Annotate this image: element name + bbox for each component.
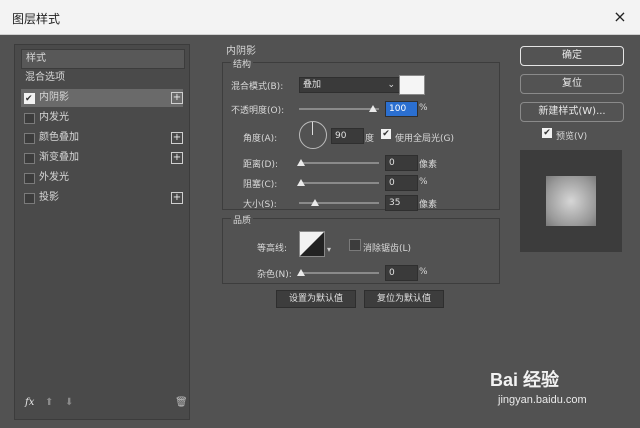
noise-slider[interactable] bbox=[299, 272, 379, 274]
size-slider-thumb[interactable] bbox=[311, 199, 319, 206]
distance-slider-thumb[interactable] bbox=[297, 159, 305, 166]
styles-list: 样式 混合选项 内阴影 + 内发光 颜色叠加 + 渐变叠加 + 外发光 投影 +… bbox=[14, 44, 190, 420]
inner-shadow-checkbox[interactable] bbox=[24, 90, 35, 108]
styles-header-label: 样式 bbox=[26, 53, 46, 64]
contour-dropdown-icon[interactable]: ▾ bbox=[327, 245, 331, 254]
size-label: 大小(S): bbox=[243, 200, 277, 210]
outer-glow-checkbox[interactable] bbox=[24, 173, 35, 184]
style-item-drop-shadow[interactable]: 投影 + bbox=[21, 189, 183, 207]
noise-input[interactable]: 0 bbox=[385, 265, 418, 281]
style-item-outer-glow[interactable]: 外发光 bbox=[21, 169, 183, 187]
preview-box bbox=[520, 150, 622, 252]
add-inner-shadow-icon[interactable]: + bbox=[171, 92, 183, 104]
add-gradient-overlay-icon[interactable]: + bbox=[171, 152, 183, 164]
watermark-url: jingyan.baidu.com bbox=[498, 394, 587, 406]
chevron-down-icon: ⌄ bbox=[387, 80, 395, 90]
style-item-inner-shadow[interactable]: 内阴影 + bbox=[21, 89, 183, 108]
distance-input[interactable]: 0 bbox=[385, 155, 418, 171]
noise-label: 杂色(N): bbox=[257, 270, 292, 280]
add-color-overlay-icon[interactable]: + bbox=[171, 132, 183, 144]
choke-input[interactable]: 0 bbox=[385, 175, 418, 191]
baidu-watermark: Bai 经验 bbox=[490, 370, 560, 390]
new-style-button[interactable]: 新建样式(W)... bbox=[520, 102, 624, 122]
outer-glow-label: 外发光 bbox=[39, 172, 69, 183]
set-default-button[interactable]: 设置为默认值 bbox=[276, 290, 356, 308]
choke-slider-thumb[interactable] bbox=[297, 179, 305, 186]
global-light-checkbox[interactable]: ✔ bbox=[381, 129, 391, 139]
contour-label: 等高线: bbox=[257, 244, 288, 254]
choke-label: 阻塞(C): bbox=[243, 180, 278, 190]
preview-checkbox[interactable]: ✔ bbox=[542, 128, 552, 138]
gradient-overlay-label: 渐变叠加 bbox=[39, 152, 79, 163]
distance-label: 距离(D): bbox=[243, 160, 278, 170]
opacity-label: 不透明度(O): bbox=[231, 106, 285, 116]
angle-label: 角度(A): bbox=[243, 134, 278, 144]
contour-curve-icon bbox=[300, 232, 324, 256]
move-down-icon[interactable]: ⬇ bbox=[65, 397, 73, 408]
blend-mode-select[interactable]: 叠加 ⌄ bbox=[299, 77, 400, 93]
blending-options-label: 混合选项 bbox=[25, 72, 65, 83]
global-light-label: 使用全局光(G) bbox=[395, 134, 454, 144]
gradient-overlay-checkbox[interactable] bbox=[24, 153, 35, 164]
ok-button[interactable]: 确定 bbox=[520, 46, 624, 66]
shadow-color-swatch[interactable] bbox=[399, 75, 425, 95]
inner-glow-checkbox[interactable] bbox=[24, 113, 35, 124]
opacity-percent: % bbox=[419, 103, 428, 113]
choke-slider[interactable] bbox=[299, 182, 379, 184]
degree-unit: 度 bbox=[365, 134, 375, 144]
structure-group: 结构 混合模式(B): 叠加 ⌄ 不透明度(O): 100 % 角度(A): 9… bbox=[222, 57, 500, 211]
angle-dial[interactable] bbox=[299, 121, 327, 149]
section-title: 内阴影 bbox=[226, 46, 256, 57]
color-overlay-label: 颜色叠加 bbox=[39, 132, 79, 143]
structure-legend: 结构 bbox=[231, 57, 254, 70]
reset-default-button[interactable]: 复位为默认值 bbox=[364, 290, 444, 308]
close-button[interactable]: × bbox=[608, 6, 632, 28]
styles-header[interactable]: 样式 bbox=[21, 49, 185, 69]
distance-slider[interactable] bbox=[299, 162, 379, 164]
drop-shadow-checkbox[interactable] bbox=[24, 193, 35, 204]
angle-needle bbox=[312, 122, 313, 135]
quality-group: 品质 等高线: ▾ 消除锯齿(L) 杂色(N): 0 % bbox=[222, 213, 500, 284]
move-up-icon[interactable]: ⬆ bbox=[45, 397, 53, 408]
inner-glow-label: 内发光 bbox=[39, 112, 69, 123]
style-item-color-overlay[interactable]: 颜色叠加 + bbox=[21, 129, 183, 147]
fx-icon[interactable]: fx bbox=[25, 397, 34, 408]
blend-mode-label: 混合模式(B): bbox=[231, 82, 284, 92]
contour-preview[interactable] bbox=[299, 231, 325, 257]
antialias-checkbox[interactable] bbox=[349, 239, 361, 251]
dialog-title: 图层样式 bbox=[12, 12, 61, 26]
opacity-input[interactable]: 100 bbox=[385, 101, 418, 117]
trash-icon[interactable]: 🗑 bbox=[175, 397, 188, 408]
preview-swatch bbox=[546, 176, 596, 226]
quality-legend: 品质 bbox=[231, 213, 254, 226]
title-bar bbox=[0, 0, 640, 35]
add-drop-shadow-icon[interactable]: + bbox=[171, 192, 183, 204]
antialias-label: 消除锯齿(L) bbox=[363, 244, 412, 254]
blending-options-item[interactable]: 混合选项 bbox=[21, 69, 183, 87]
size-input[interactable]: 35 bbox=[385, 195, 418, 211]
choke-unit: % bbox=[419, 177, 428, 187]
preview-label: 预览(V) bbox=[556, 132, 588, 142]
style-item-gradient-overlay[interactable]: 渐变叠加 + bbox=[21, 149, 183, 167]
noise-slider-thumb[interactable] bbox=[297, 269, 305, 276]
opacity-slider-thumb[interactable] bbox=[369, 105, 377, 112]
blend-mode-value: 叠加 bbox=[303, 80, 322, 90]
size-unit: 像素 bbox=[419, 200, 438, 210]
reset-button[interactable]: 复位 bbox=[520, 74, 624, 94]
angle-input[interactable]: 90 bbox=[331, 128, 364, 144]
opacity-slider[interactable] bbox=[299, 108, 379, 110]
color-overlay-checkbox[interactable] bbox=[24, 133, 35, 144]
drop-shadow-label: 投影 bbox=[39, 192, 59, 203]
style-item-inner-glow[interactable]: 内发光 bbox=[21, 109, 183, 127]
inner-shadow-label: 内阴影 bbox=[39, 92, 69, 103]
noise-unit: % bbox=[419, 267, 428, 277]
inner-shadow-settings: 内阴影 结构 混合模式(B): 叠加 ⌄ 不透明度(O): 100 % 角度(A… bbox=[214, 40, 504, 414]
distance-unit: 像素 bbox=[419, 160, 438, 170]
